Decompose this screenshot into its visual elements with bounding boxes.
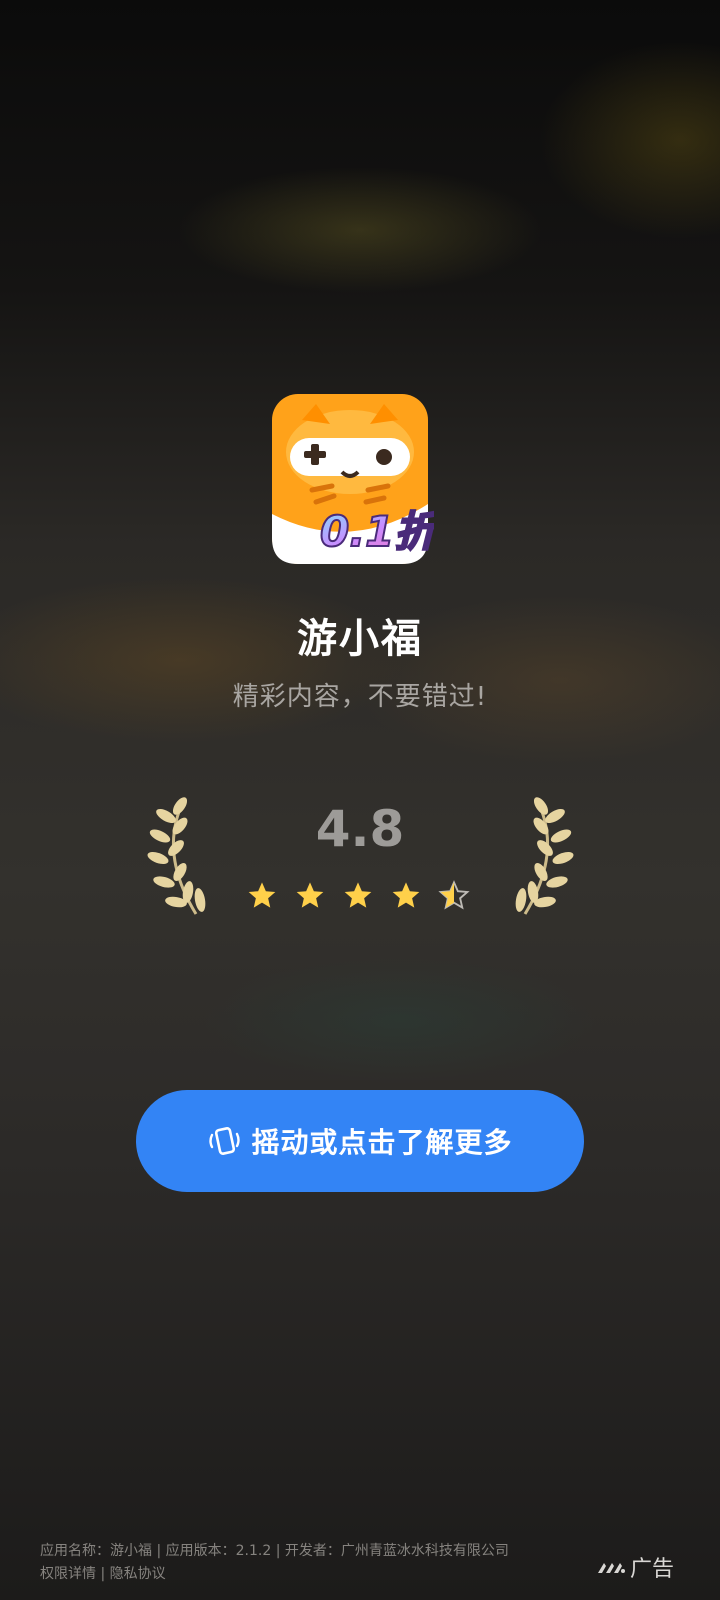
learn-more-button[interactable]: 摇动或点击了解更多 [136, 1090, 584, 1192]
app-info-footer: 应用名称：游小福 | 应用版本：2.1.2 | 开发者：广州青蓝冰水科技有限公司… [40, 1540, 580, 1586]
ad-network-logo-icon [598, 1563, 625, 1573]
star-full-icon [392, 882, 420, 908]
star-half-icon [438, 880, 470, 910]
rating-value: 4.8 [315, 800, 405, 858]
ad-splash-screen[interactable]: 0.1折 游小福 精彩内容，不要错过! 4.8 摇动或点击了解更多 应用名称：游… [0, 0, 720, 1600]
star-full-icon [296, 882, 324, 908]
learn-more-label: 摇动或点击了解更多 [251, 1126, 513, 1159]
ad-label: 广告 [630, 1557, 675, 1582]
app-name: 游小福 [297, 616, 423, 662]
rating-stars [246, 880, 470, 912]
star-full-icon [344, 882, 372, 908]
app-version-info: 应用版本：2.1.2 [165, 1543, 272, 1559]
app-info-line: 应用名称：游小福 | 应用版本：2.1.2 | 开发者：广州青蓝冰水科技有限公司 [40, 1543, 509, 1559]
discount-badge-text: 0.1折 [320, 507, 434, 556]
privacy-link[interactable]: 隐私协议 [110, 1566, 166, 1582]
developer-info: 开发者：广州青蓝冰水科技有限公司 [284, 1543, 509, 1559]
star-full-icon [248, 882, 276, 908]
shake-phone-icon [209, 1127, 241, 1155]
app-name-info: 应用名称：游小福 [40, 1543, 152, 1559]
legal-links-line: 权限详情 | 隐私协议 [40, 1566, 166, 1582]
ad-badge: 广告 [596, 1551, 674, 1583]
app-icon[interactable]: 0.1折 [272, 394, 434, 568]
app-tagline: 精彩内容，不要错过! [232, 682, 488, 712]
permissions-link[interactable]: 权限详情 [40, 1566, 96, 1582]
